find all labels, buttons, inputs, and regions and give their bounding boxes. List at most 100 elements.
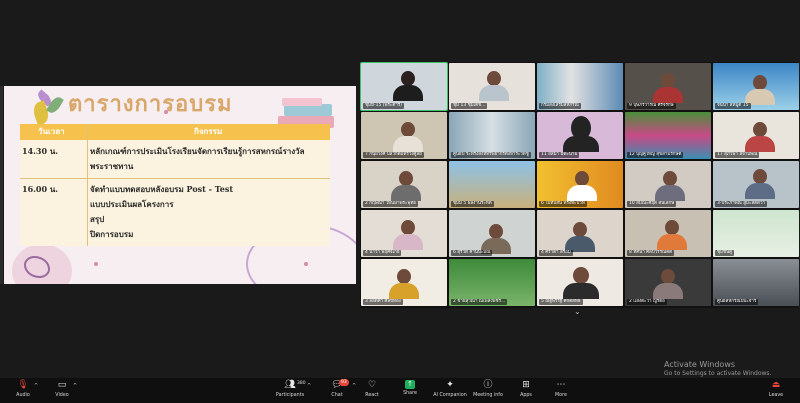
- participant-name: ชุมมี-15 (พระตำรี): [363, 103, 404, 109]
- participant-name: 2 กฤษณา ใหนมาพระพุทธ: [363, 201, 419, 207]
- row-activity-line: แบบประเมินผลโครงการ: [90, 199, 174, 209]
- apps-grid-icon: ⊞: [522, 380, 530, 390]
- participant-name: ชุมชันคู: [715, 250, 735, 256]
- gallery-next-page-icon[interactable]: ⌄: [574, 308, 584, 316]
- participant-name: 4 ศิราตา สร้อมิ: [539, 250, 573, 256]
- leave-door-icon: ⏏: [771, 380, 781, 390]
- video-label: Video: [55, 393, 69, 398]
- participant-tile[interactable]: ศูนย์สหกรณ์ปั๊บะจำร์: [713, 259, 799, 306]
- participant-name: 2 แสงตะวา ญูร์ตอ: [627, 299, 667, 305]
- participants-label: Participants: [275, 393, 305, 398]
- participant-tile[interactable]: 2 แสงตะวา ญูร์ตอ: [625, 259, 711, 306]
- row-activity-line: จัดทำแบบทดสอบหลังอบรม Post - Test: [90, 184, 234, 194]
- ai-sparkle-icon: ✦: [446, 380, 454, 390]
- dot-decoration: [94, 262, 98, 266]
- meeting-stage: ตารางการอบรม วันเวลา กิจกรรม 14.30 น. หล…: [0, 0, 800, 378]
- participants-count: 380: [297, 381, 306, 386]
- schedule-table: วันเวลา กิจกรรม 14.30 น. หลักเกณฑ์การประ…: [20, 124, 330, 246]
- row-activity-line: ปิดการอบรม: [90, 229, 134, 239]
- participant-tile[interactable]: 12 บุญคู่ใหญ่ สุขสามรักษ์ดี: [625, 112, 711, 159]
- video-button[interactable]: ▭ Video: [40, 380, 84, 402]
- row-divider: [20, 178, 330, 179]
- participant-name: 9 บุษภรวารณ์ ศรีจิรักษ์: [627, 103, 676, 109]
- schedule-header: วันเวลา กิจกรรม: [20, 124, 330, 140]
- participant-name: 17 สุภัวพา ลิจาบพณ์: [715, 152, 760, 158]
- share-label: Share: [403, 391, 417, 396]
- participant-name: 6 สุรัวดี คานปะมณ: [451, 250, 493, 256]
- participant-name: 5 ณัฐพรรฐ์ ศักดิ์สิทธิ์: [539, 299, 583, 305]
- time-column-header: วันเวลา: [38, 126, 65, 136]
- info-icon: ⓘ: [483, 380, 493, 390]
- participant-tile[interactable]: ชุมมี-15 (พระตำรี): [360, 62, 448, 111]
- participant-name: จันนา สหมู่ดิ 15: [715, 103, 751, 109]
- activity-column-header: กิจกรรม: [194, 126, 223, 136]
- chat-unread-badge: 93: [339, 379, 349, 386]
- participant-name: ศูนย์ป ระทรงสิงห์ทรัพยากรตั้งหาระวัดชู่: [451, 152, 531, 158]
- video-gallery: ชุมมี-15 (พระตำรี) ชุม 13 ชุ่มเตช... กรม…: [360, 62, 799, 308]
- participant-name: 3 ลลิตศา ศิลปีทอง: [363, 299, 403, 305]
- more-label: More: [555, 393, 567, 398]
- participant-tile[interactable]: ชุม 13 ชุ่มเตช...: [449, 63, 535, 110]
- participant-tile[interactable]: กรมส่งเสริมสหกรณ์: [537, 63, 623, 110]
- participant-tile[interactable]: 4 ศิราตา สร้อมิ: [537, 210, 623, 257]
- participant-name: ชุมมิ 5 ผลงานระห์ต: [451, 201, 494, 207]
- video-camera-icon: ▭: [57, 380, 67, 390]
- windows-activation-watermark: Activate Windows Go to Settings to activ…: [664, 360, 771, 378]
- participant-name: 12 บุญคู่ใหญ่ สุขสามรักษ์ดี: [627, 152, 684, 158]
- participants-options-chevron-icon[interactable]: ^: [307, 383, 311, 389]
- participants-icon: 👥︎: [284, 380, 296, 390]
- row-activity-line: หลักเกณฑ์การประเมินโรงเรียนจัดการเรียนรู…: [90, 146, 305, 156]
- participant-tile[interactable]: ชุมชันคู: [713, 210, 799, 257]
- participant-tile[interactable]: ศูนย์ป ระทรงสิงห์ทรัพยากรตั้งหาระวัดชู่: [449, 112, 535, 159]
- row-time: 14.30 น.: [22, 146, 59, 156]
- participant-tile[interactable]: 2 ชายสุวณา ณเพลิงพชร์...: [449, 259, 535, 306]
- watermark-line1: Activate Windows: [664, 360, 736, 369]
- participant-tile[interactable]: 5 ณัฐพรรฐ์ ศักดิ์สิทธิ์: [537, 259, 623, 306]
- muted-mic-icon: 🎙︎: [17, 380, 29, 390]
- participant-name: 7 กนุ้ยวงศ์ ปลวิกิตมิตรวงศูลย์: [363, 152, 424, 158]
- share-edge: [0, 86, 3, 284]
- participant-name: กรมส่งเสริมสหกรณ์: [539, 103, 581, 109]
- row-activity-line: พระราชทาน: [90, 161, 134, 171]
- participant-tile[interactable]: 3-ประภาพิณ สู่มะลัตดิวา: [713, 161, 799, 208]
- more-dots-icon: ⋯: [556, 380, 566, 390]
- participant-tile[interactable]: 6 ไป่ทับสัน ทรงทะบวท: [537, 161, 623, 208]
- row-time: 16.00 น.: [22, 184, 59, 194]
- column-divider: [87, 124, 88, 246]
- participant-tile[interactable]: 7 กนุ้ยวงศ์ ปลวิกิตมิตรวงศูลย์: [361, 112, 447, 159]
- share-screen-icon: ↑: [405, 380, 415, 389]
- slide-title: ตารางการอบรม: [68, 91, 233, 117]
- participant-tile[interactable]: 8 ทัศนา ศิลปิวรรณคดี: [625, 210, 711, 257]
- participant-tile[interactable]: 9 บุษภรวารณ์ ศรีจิรักษ์: [625, 63, 711, 110]
- share-button[interactable]: ↑ Share: [388, 380, 432, 402]
- dot-decoration: [164, 110, 168, 114]
- participant-name: 11 อิสมา มีดะนาม: [539, 152, 580, 158]
- watermark-line2: Go to Settings to activate Windows.: [664, 370, 772, 377]
- participant-name: 4 นาวา พฤศจิเกย์: [363, 250, 402, 256]
- participant-name: 2 ชายสุวณา ณเพลิงพชร์...: [451, 299, 508, 305]
- audio-options-chevron-icon[interactable]: ^: [34, 383, 38, 389]
- participant-name: 10 สมณะศฤติ สนิเลิกษ์: [627, 201, 677, 207]
- participant-name: ศูนย์สหกรณ์ปั๊บะจำร์: [715, 299, 759, 305]
- participant-tile[interactable]: 17 สุภัวพา ลิจาบพณ์: [713, 112, 799, 159]
- participant-tile[interactable]: จันนา สหมู่ดิ 15: [713, 63, 799, 110]
- participant-name: 3-ประภาพิณ สู่มะลัตดิวา: [715, 201, 768, 207]
- audio-button[interactable]: 🎙︎ Audio: [1, 380, 45, 402]
- leave-button[interactable]: ⏏ Leave: [754, 380, 798, 402]
- participant-tile[interactable]: 10 สมณะศฤติ สนิเลิกษ์: [625, 161, 711, 208]
- participant-name: 6 ไป่ทับสัน ทรงทะบวท: [539, 201, 587, 207]
- participant-tile[interactable]: ชุมมิ 5 ผลงานระห์ต: [449, 161, 535, 208]
- participant-tile[interactable]: 11 อิสมา มีดะนาม: [537, 112, 623, 159]
- participant-tile[interactable]: 6 สุรัวดี คานปะมณ: [449, 210, 535, 257]
- leave-label: Leave: [768, 393, 784, 398]
- participant-name: ชุม 13 ชุ่มเตช...: [451, 103, 488, 109]
- participant-tile[interactable]: 2 กฤษณา ใหนมาพระพุทธ: [361, 161, 447, 208]
- row-activity-line: สรุป: [90, 214, 105, 224]
- more-button[interactable]: ⋯ More: [539, 380, 583, 402]
- audio-label: Audio: [16, 393, 30, 398]
- participant-tile[interactable]: 4 นาวา พฤศจิเกย์: [361, 210, 447, 257]
- participant-name: 8 ทัศนา ศิลปิวรรณคดี: [627, 250, 675, 256]
- participant-tile[interactable]: 3 ลลิตศา ศิลปีทอง: [361, 259, 447, 306]
- shared-screen-slide: ตารางการอบรม วันเวลา กิจกรรม 14.30 น. หล…: [4, 86, 356, 284]
- video-options-chevron-icon[interactable]: ^: [73, 383, 77, 389]
